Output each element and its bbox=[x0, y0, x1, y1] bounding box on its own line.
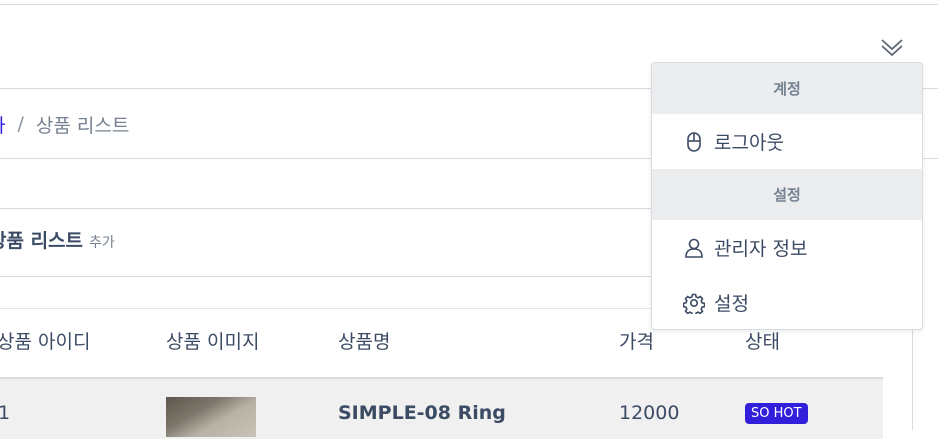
column-header-image[interactable]: 상품 이미지 bbox=[166, 326, 259, 358]
header-dropdown-toggle[interactable] bbox=[878, 34, 906, 60]
breadcrumb: 차 / 상품 리스트 bbox=[0, 108, 129, 140]
logout-label: 로그아웃 bbox=[714, 132, 784, 154]
settings-label: 설정 bbox=[714, 293, 749, 315]
dropdown-header-settings: 설정 bbox=[652, 169, 922, 220]
settings-menu-item[interactable]: 설정 bbox=[652, 275, 922, 329]
row-product-image bbox=[166, 397, 256, 437]
user-icon bbox=[682, 236, 706, 260]
breadcrumb-separator: / bbox=[17, 113, 24, 135]
top-divider bbox=[0, 4, 938, 5]
admin-info-label: 관리자 정보 bbox=[714, 238, 808, 260]
logout-menu-item[interactable]: 로그아웃 bbox=[652, 114, 922, 169]
card-title: 상품 리스트 bbox=[0, 230, 84, 252]
mouse-icon bbox=[682, 130, 706, 154]
card-header: 상품 리스트 추가 bbox=[0, 226, 115, 260]
gear-icon bbox=[682, 291, 706, 315]
status-badge: SO HOT bbox=[745, 403, 808, 424]
column-header-price[interactable]: 가격 bbox=[619, 326, 654, 358]
column-header-id[interactable]: 상품 아이디 bbox=[0, 326, 90, 358]
account-dropdown-menu: 계정 로그아웃 설정 관리자 정보 설정 bbox=[651, 62, 923, 330]
admin-info-menu-item[interactable]: 관리자 정보 bbox=[652, 220, 922, 275]
column-header-name[interactable]: 상품명 bbox=[338, 326, 390, 358]
card-subtitle-add[interactable]: 추가 bbox=[89, 232, 115, 252]
row-product-id: 1 bbox=[0, 402, 11, 424]
column-header-status[interactable]: 상태 bbox=[745, 326, 780, 358]
breadcrumb-current: 상품 리스트 bbox=[35, 114, 130, 137]
breadcrumb-parent-link[interactable]: 차 bbox=[0, 111, 5, 138]
dropdown-header-account: 계정 bbox=[652, 63, 922, 114]
row-product-name: SIMPLE-08 Ring bbox=[338, 402, 506, 424]
chevron-double-down-icon bbox=[881, 39, 903, 57]
row-product-price: 12000 bbox=[619, 402, 680, 424]
